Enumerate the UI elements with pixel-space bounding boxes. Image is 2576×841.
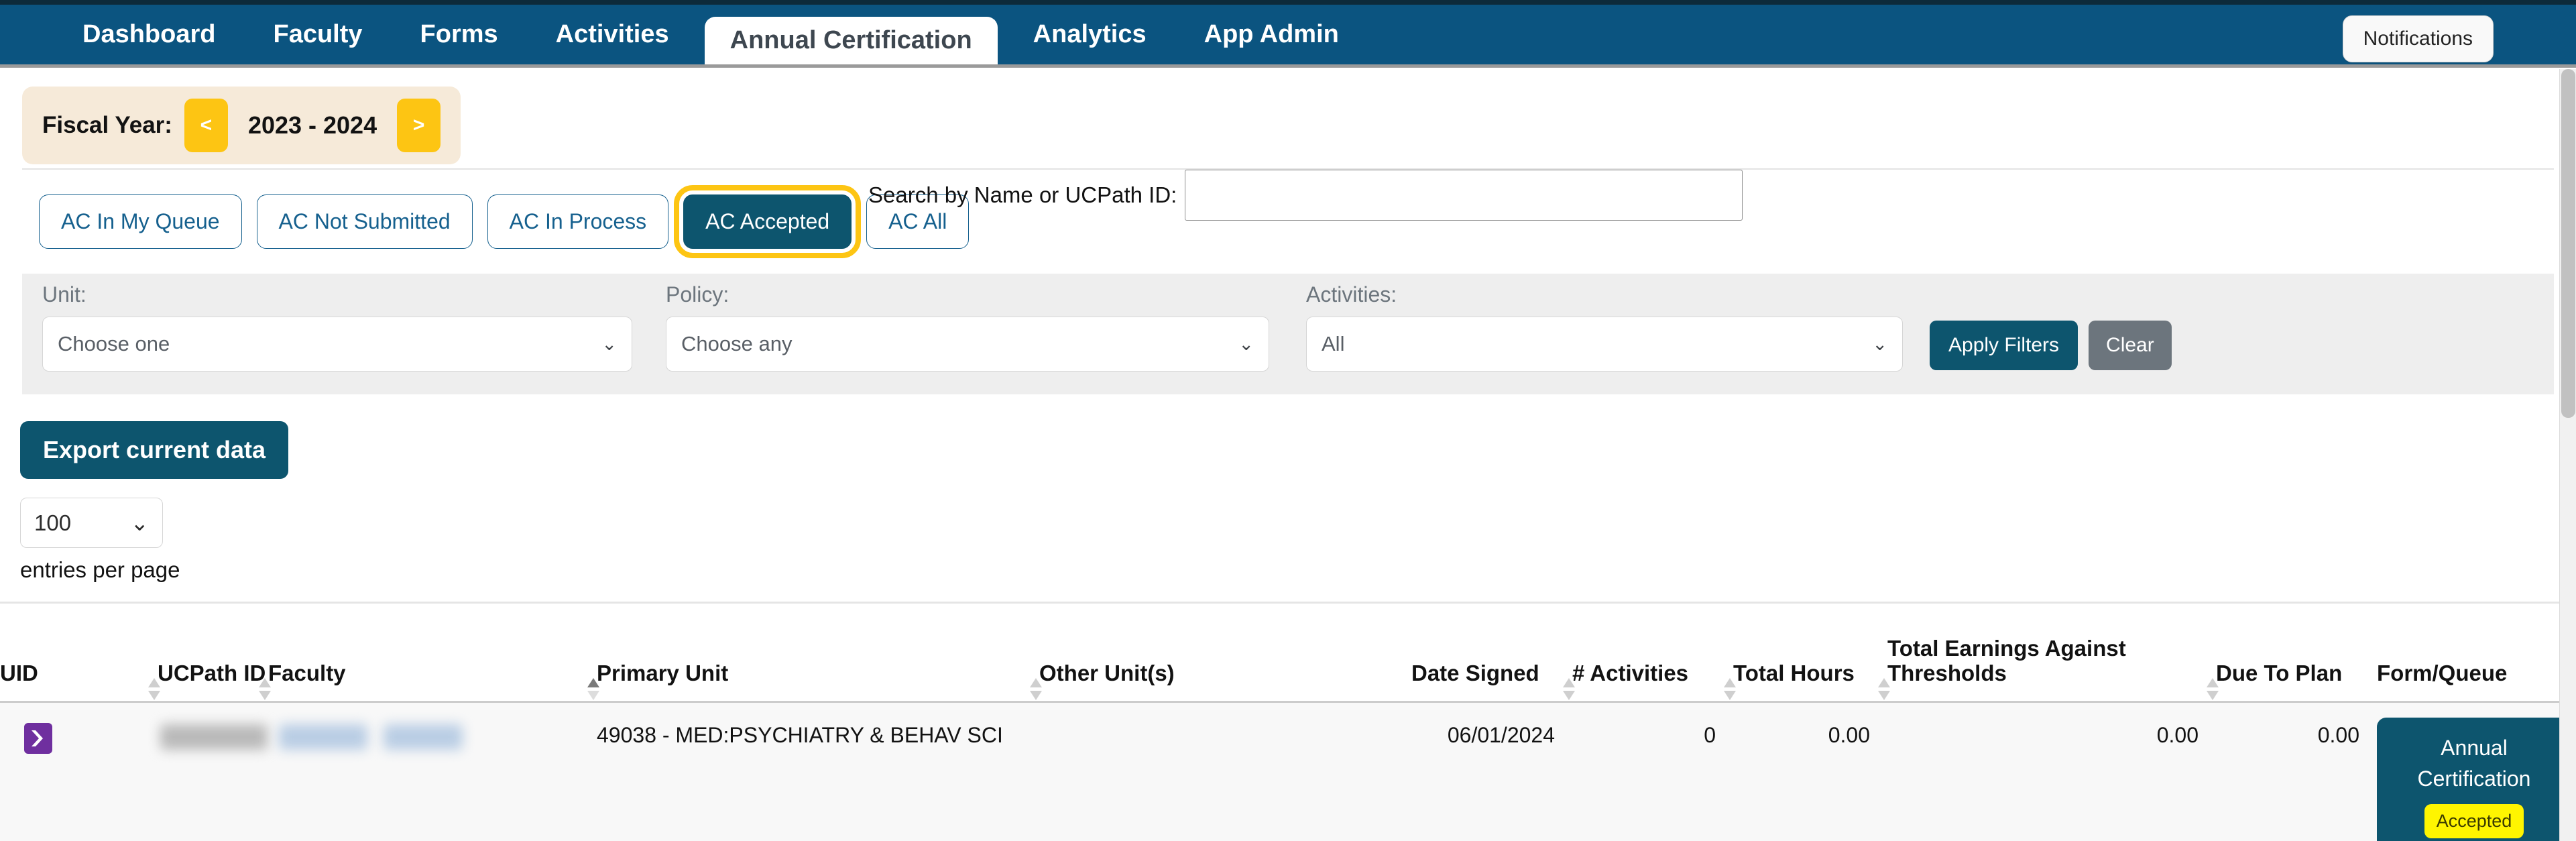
col-header-date-signed[interactable]: Date Signed: [1411, 603, 1572, 702]
clear-filters-button[interactable]: Clear: [2089, 321, 2172, 370]
col-label-num-activities: # Activities: [1572, 661, 1716, 686]
nav-item-faculty[interactable]: Faculty: [244, 5, 391, 64]
cell-total-earnings: 0.00: [1887, 702, 2216, 841]
unit-select[interactable]: Choose one ⌄: [42, 317, 632, 372]
cell-num-activities: 0: [1572, 702, 1733, 841]
fiscal-year-row: Fiscal Year: < 2023 - 2024 > Search by N…: [0, 68, 2576, 168]
fiscal-year-label: Fiscal Year:: [42, 112, 172, 139]
chevron-down-icon: ⌄: [130, 510, 149, 536]
chevron-down-icon: ⌄: [1872, 334, 1887, 355]
nav-item-annual-certification[interactable]: Annual Certification: [705, 17, 998, 64]
nav-item-dashboard[interactable]: Dashboard: [54, 5, 244, 64]
unit-filter-group: Unit: Choose one ⌄: [42, 282, 632, 372]
col-header-total-earnings[interactable]: Total Earnings Against Thresholds: [1887, 603, 2216, 702]
cell-faculty: [268, 702, 597, 841]
cell-form-queue: Annual Certification Accepted: [2377, 702, 2559, 841]
filter-bar: Unit: Choose one ⌄ Policy: Choose any ⌄ …: [22, 274, 2554, 394]
policy-select-value: Choose any: [681, 332, 792, 356]
tab-ac-not-submitted[interactable]: AC Not Submitted: [257, 194, 473, 249]
col-label-total-earnings: Total Earnings Against Thresholds: [1887, 636, 2216, 686]
search-area: Search by Name or UCPath ID:: [868, 170, 1743, 221]
main-navbar: Dashboard Faculty Forms Activities Annua…: [0, 0, 2576, 64]
form-title-line-2: Certification: [2418, 767, 2531, 791]
filter-buttons: Apply Filters Clear: [1930, 321, 2172, 372]
col-label-faculty: Faculty: [268, 661, 597, 686]
col-header-num-activities[interactable]: # Activities: [1572, 603, 1733, 702]
col-header-form-queue: Form/Queue: [2377, 603, 2559, 702]
col-label-primary-unit: Primary Unit: [597, 661, 1039, 686]
redacted-ucpath-id: [160, 724, 268, 750]
cell-ucpath-id: [158, 702, 268, 841]
nav-item-analytics[interactable]: Analytics: [1004, 5, 1175, 64]
certification-table: UID UCPath ID Faculty Primary Unit: [0, 602, 2559, 841]
entries-per-page-group: 100 ⌄ entries per page: [20, 498, 2576, 583]
col-label-ucpath-id: UCPath ID: [158, 661, 268, 686]
cell-other-units: [1039, 702, 1411, 841]
unit-select-value: Choose one: [58, 332, 170, 356]
notifications-button[interactable]: Notifications: [2343, 15, 2494, 62]
col-header-ucpath-id[interactable]: UCPath ID: [158, 603, 268, 702]
activities-filter-label: Activities:: [1306, 282, 1903, 307]
table-toolbar: Export current data 100 ⌄ entries per pa…: [0, 394, 2576, 583]
fiscal-year-next-button[interactable]: >: [397, 99, 441, 152]
col-label-total-hours: Total Hours: [1733, 661, 1870, 686]
nav-item-activities[interactable]: Activities: [527, 5, 698, 64]
table-head: UID UCPath ID Faculty Primary Unit: [0, 603, 2559, 702]
redacted-faculty-last: [384, 724, 463, 750]
table-row: 49038 - MED:PSYCHIATRY & BEHAV SCI 06/01…: [0, 702, 2559, 841]
unit-filter-label: Unit:: [42, 282, 632, 307]
policy-filter-group: Policy: Choose any ⌄: [666, 282, 1269, 372]
form-title-line-1: Annual: [2441, 736, 2508, 760]
export-current-data-button[interactable]: Export current data: [20, 421, 288, 479]
table-header-row: UID UCPath ID Faculty Primary Unit: [0, 603, 2559, 702]
entries-per-page-label: entries per page: [20, 557, 2576, 583]
apply-filters-button[interactable]: Apply Filters: [1930, 321, 2078, 370]
certification-table-wrapper: UID UCPath ID Faculty Primary Unit: [0, 602, 2559, 841]
cell-due-to-plan: 0.00: [2216, 702, 2377, 841]
cell-uid[interactable]: [0, 702, 158, 841]
chevron-down-icon: ⌄: [1238, 334, 1254, 355]
tab-ac-accepted[interactable]: AC Accepted: [683, 194, 852, 249]
col-label-other-units: Other Unit(s): [1039, 661, 1411, 686]
chevron-logo-icon[interactable]: [24, 723, 52, 754]
chevron-down-icon: ⌄: [601, 334, 617, 355]
entries-per-page-value: 100: [34, 510, 71, 536]
col-header-uid[interactable]: UID: [0, 603, 158, 702]
cell-primary-unit: 49038 - MED:PSYCHIATRY & BEHAV SCI: [597, 702, 1039, 841]
col-header-other-units: Other Unit(s): [1039, 603, 1411, 702]
col-header-due-to-plan[interactable]: Due To Plan: [2216, 603, 2377, 702]
nav-item-forms[interactable]: Forms: [392, 5, 527, 64]
policy-filter-label: Policy:: [666, 282, 1269, 307]
tab-ac-in-process[interactable]: AC In Process: [487, 194, 669, 249]
status-badge: Accepted: [2424, 804, 2524, 838]
fiscal-year-value: 2023 - 2024: [240, 111, 385, 139]
col-label-date-signed: Date Signed: [1411, 661, 1555, 686]
col-header-total-hours[interactable]: Total Hours: [1733, 603, 1887, 702]
annual-certification-form-button[interactable]: Annual Certification Accepted: [2377, 718, 2559, 841]
redacted-faculty-first: [279, 724, 367, 750]
col-header-primary-unit[interactable]: Primary Unit: [597, 603, 1039, 702]
annual-certification-page: Dashboard Faculty Forms Activities Annua…: [0, 0, 2576, 841]
scrollbar-thumb[interactable]: [2561, 69, 2575, 418]
tab-ac-in-my-queue[interactable]: AC In My Queue: [39, 194, 242, 249]
nav-items: Dashboard Faculty Forms Activities Annua…: [54, 5, 1368, 64]
policy-select[interactable]: Choose any ⌄: [666, 317, 1269, 372]
cell-total-hours: 0.00: [1733, 702, 1887, 841]
page-scrollbar[interactable]: [2559, 69, 2576, 841]
col-label-form-queue: Form/Queue: [2377, 661, 2559, 686]
search-input[interactable]: [1185, 170, 1743, 221]
nav-item-app-admin[interactable]: App Admin: [1175, 5, 1368, 64]
col-label-uid: UID: [0, 661, 158, 686]
col-label-due-to-plan: Due To Plan: [2216, 661, 2377, 686]
col-header-faculty[interactable]: Faculty: [268, 603, 597, 702]
activities-select-value: All: [1322, 332, 1344, 356]
search-label: Search by Name or UCPath ID:: [868, 182, 1177, 208]
entries-per-page-select[interactable]: 100 ⌄: [20, 498, 163, 548]
cell-date-signed: 06/01/2024: [1411, 702, 1572, 841]
activities-filter-group: Activities: All ⌄: [1306, 282, 1903, 372]
fiscal-year-selector: Fiscal Year: < 2023 - 2024 >: [22, 87, 461, 164]
table-body: 49038 - MED:PSYCHIATRY & BEHAV SCI 06/01…: [0, 702, 2559, 841]
activities-select[interactable]: All ⌄: [1306, 317, 1903, 372]
fiscal-year-prev-button[interactable]: <: [184, 99, 228, 152]
